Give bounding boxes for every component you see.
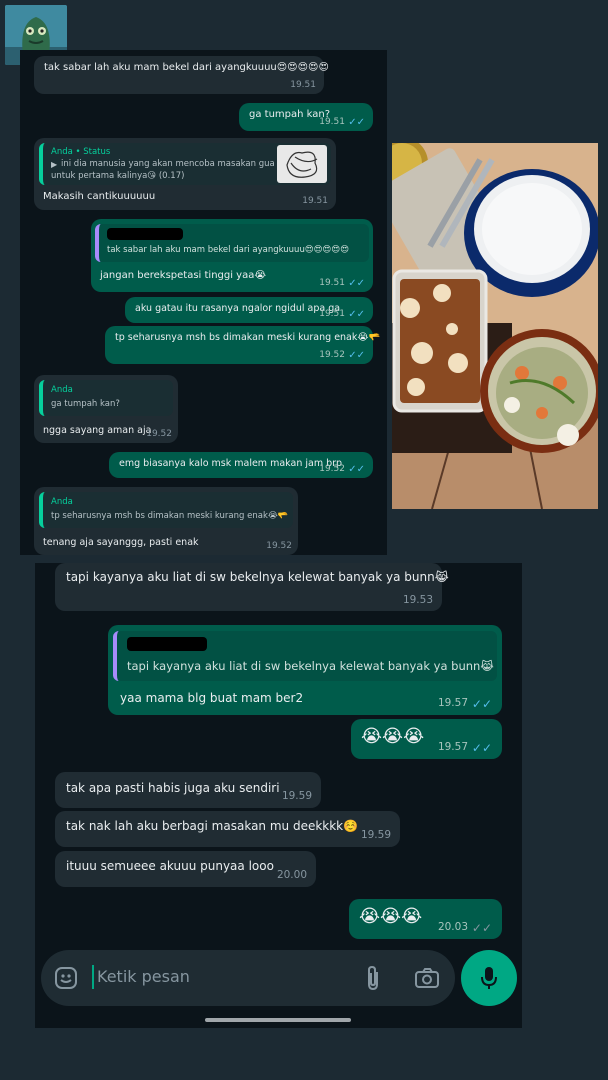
food-photo[interactable] xyxy=(392,143,598,509)
message-incoming-reply[interactable]: Anda • Status ▶ ini dia manusia yang aka… xyxy=(34,138,336,210)
quoted-message[interactable]: Anda ga tumpah kan? xyxy=(39,380,173,416)
attach-icon[interactable] xyxy=(361,964,385,992)
message-time: 19.57 xyxy=(437,741,468,753)
message-time: 19.53 xyxy=(402,594,433,606)
message-text: tak apa pasti habis juga aku sendiri xyxy=(66,781,280,795)
message-text: tak sabar lah aku mam bekel dari ayangku… xyxy=(44,62,329,73)
double-check-icon: ✓✓ xyxy=(348,309,365,320)
quote-text: ga tumpah kan? xyxy=(51,399,120,409)
quote-text: tak sabar lah aku mam bekel dari ayangku… xyxy=(107,245,350,255)
double-check-icon: ✓✓ xyxy=(471,921,492,935)
message-outgoing-reply[interactable]: tapi kayanya aku liat di sw bekelnya kel… xyxy=(108,625,502,715)
message-composer[interactable]: Ketik pesan xyxy=(41,950,455,1006)
double-check-icon: ✓✓ xyxy=(471,697,492,711)
sticker-icon[interactable] xyxy=(53,965,79,991)
message-time: 20.03 xyxy=(437,921,468,933)
message-time: 19.51 xyxy=(290,80,316,90)
message-incoming[interactable]: tak nak lah aku berbagi masakan mu deekk… xyxy=(55,811,400,847)
message-text: ituuu semueee akuuu punyaa looo xyxy=(66,859,274,873)
message-input[interactable]: Ketik pesan xyxy=(97,967,190,986)
voice-record-button[interactable] xyxy=(461,950,517,1006)
message-text: ga tumpah kan? xyxy=(249,109,331,120)
double-check-icon: ✓✓ xyxy=(348,117,365,128)
message-time: 19.59 xyxy=(281,790,312,802)
message-outgoing[interactable]: emg biasanya kalo msk malem makan jam br… xyxy=(109,452,373,478)
quote-author: Anda xyxy=(51,497,73,507)
quote-text: tapi kayanya aku liat di sw bekelnya kel… xyxy=(127,659,494,673)
message-incoming-reply[interactable]: Anda tp seharusnya msh bs dimakan meski … xyxy=(34,487,298,555)
message-text: tak nak lah aku berbagi masakan mu deekk… xyxy=(66,819,359,833)
message-text: ngga sayang aman aja xyxy=(43,425,152,436)
quote-text: ini dia manusia yang akan mencoba masaka… xyxy=(61,159,275,169)
message-outgoing-reply[interactable]: tak sabar lah aku mam bekel dari ayangku… xyxy=(91,219,373,292)
message-time: 19.52 xyxy=(319,350,345,360)
chat-screenshot-1: tak sabar lah aku mam bekel dari ayangku… xyxy=(20,50,387,555)
message-incoming[interactable]: tapi kayanya aku liat di sw bekelnya kel… xyxy=(55,563,449,611)
message-outgoing[interactable]: ga tumpah kan? 19.51 ✓✓ xyxy=(239,103,373,131)
message-incoming[interactable]: tak sabar lah aku mam bekel dari ayangku… xyxy=(34,56,329,94)
message-outgoing[interactable]: aku gatau itu rasanya ngalor ngidul apa … xyxy=(125,297,373,323)
quote-text: untuk pertama kalinya😘 (0.17) xyxy=(51,171,185,181)
message-incoming[interactable]: tak apa pasti habis juga aku sendiri 19.… xyxy=(55,772,321,808)
double-check-icon: ✓✓ xyxy=(348,278,365,289)
message-text: tenang aja sayanggg, pasti enak xyxy=(43,537,199,548)
message-outgoing[interactable]: 😭😭😭 20.03 ✓✓ xyxy=(349,899,502,939)
message-text: 😭😭😭 xyxy=(359,906,423,927)
quoted-message[interactable]: tak sabar lah aku mam bekel dari ayangku… xyxy=(95,224,369,262)
message-text: aku gatau itu rasanya ngalor ngidul apa … xyxy=(135,303,341,314)
quote-author: Anda xyxy=(51,385,73,395)
message-time: 19.52 xyxy=(266,541,292,551)
quote-text: tp seharusnya msh bs dimakan meski kuran… xyxy=(51,511,289,521)
double-check-icon: ✓✓ xyxy=(471,741,492,755)
quote-author: Anda • Status xyxy=(51,147,111,157)
camera-icon[interactable] xyxy=(413,965,441,991)
message-outgoing[interactable]: 😭😭😭 19.57 ✓✓ xyxy=(351,719,502,759)
redacted-name xyxy=(127,637,207,651)
message-outgoing[interactable]: tp seharusnya msh bs dimakan meski kuran… xyxy=(105,326,380,364)
message-incoming[interactable]: ituuu semueee akuuu punyaa looo 20.00 xyxy=(55,851,316,887)
message-time: 19.57 xyxy=(437,697,468,709)
quoted-message[interactable]: Anda tp seharusnya msh bs dimakan meski … xyxy=(39,492,293,528)
message-time: 19.59 xyxy=(360,829,391,841)
status-thumbnail xyxy=(277,145,327,183)
microphone-icon xyxy=(477,964,501,992)
message-time: 19.51 xyxy=(319,309,345,319)
message-text: tapi kayanya aku liat di sw bekelnya kel… xyxy=(66,570,449,584)
message-text: yaa mama blg buat mam ber2 xyxy=(120,691,304,705)
message-text: jangan berekspetasi tinggi yaa😭 xyxy=(100,270,267,281)
message-incoming-reply[interactable]: Anda ga tumpah kan? ngga sayang aman aja… xyxy=(34,375,178,443)
message-time: 19.51 xyxy=(319,278,345,288)
quoted-message[interactable]: tapi kayanya aku liat di sw bekelnya kel… xyxy=(113,631,497,681)
message-text: 😭😭😭 xyxy=(361,726,425,747)
message-text: Makasih cantikuuuuuu xyxy=(43,191,156,202)
double-check-icon: ✓✓ xyxy=(348,464,365,475)
message-time: 19.51 xyxy=(319,117,345,127)
chat-screenshot-2: tapi kayanya aku liat di sw bekelnya kel… xyxy=(35,563,522,1028)
message-time: 20.00 xyxy=(276,869,307,881)
text-cursor xyxy=(92,965,94,989)
message-time: 19.52 xyxy=(146,429,172,439)
message-time: 19.51 xyxy=(302,196,328,206)
message-time: 19.52 xyxy=(319,464,345,474)
quoted-status[interactable]: Anda • Status ▶ ini dia manusia yang aka… xyxy=(39,143,331,185)
message-text: emg biasanya kalo msk malem makan jam br… xyxy=(119,458,343,469)
redacted-name xyxy=(107,228,183,240)
message-text: tp seharusnya msh bs dimakan meski kuran… xyxy=(115,332,381,343)
video-icon: ▶ xyxy=(51,160,58,169)
double-check-icon: ✓✓ xyxy=(348,350,365,361)
home-indicator[interactable] xyxy=(205,1018,351,1022)
